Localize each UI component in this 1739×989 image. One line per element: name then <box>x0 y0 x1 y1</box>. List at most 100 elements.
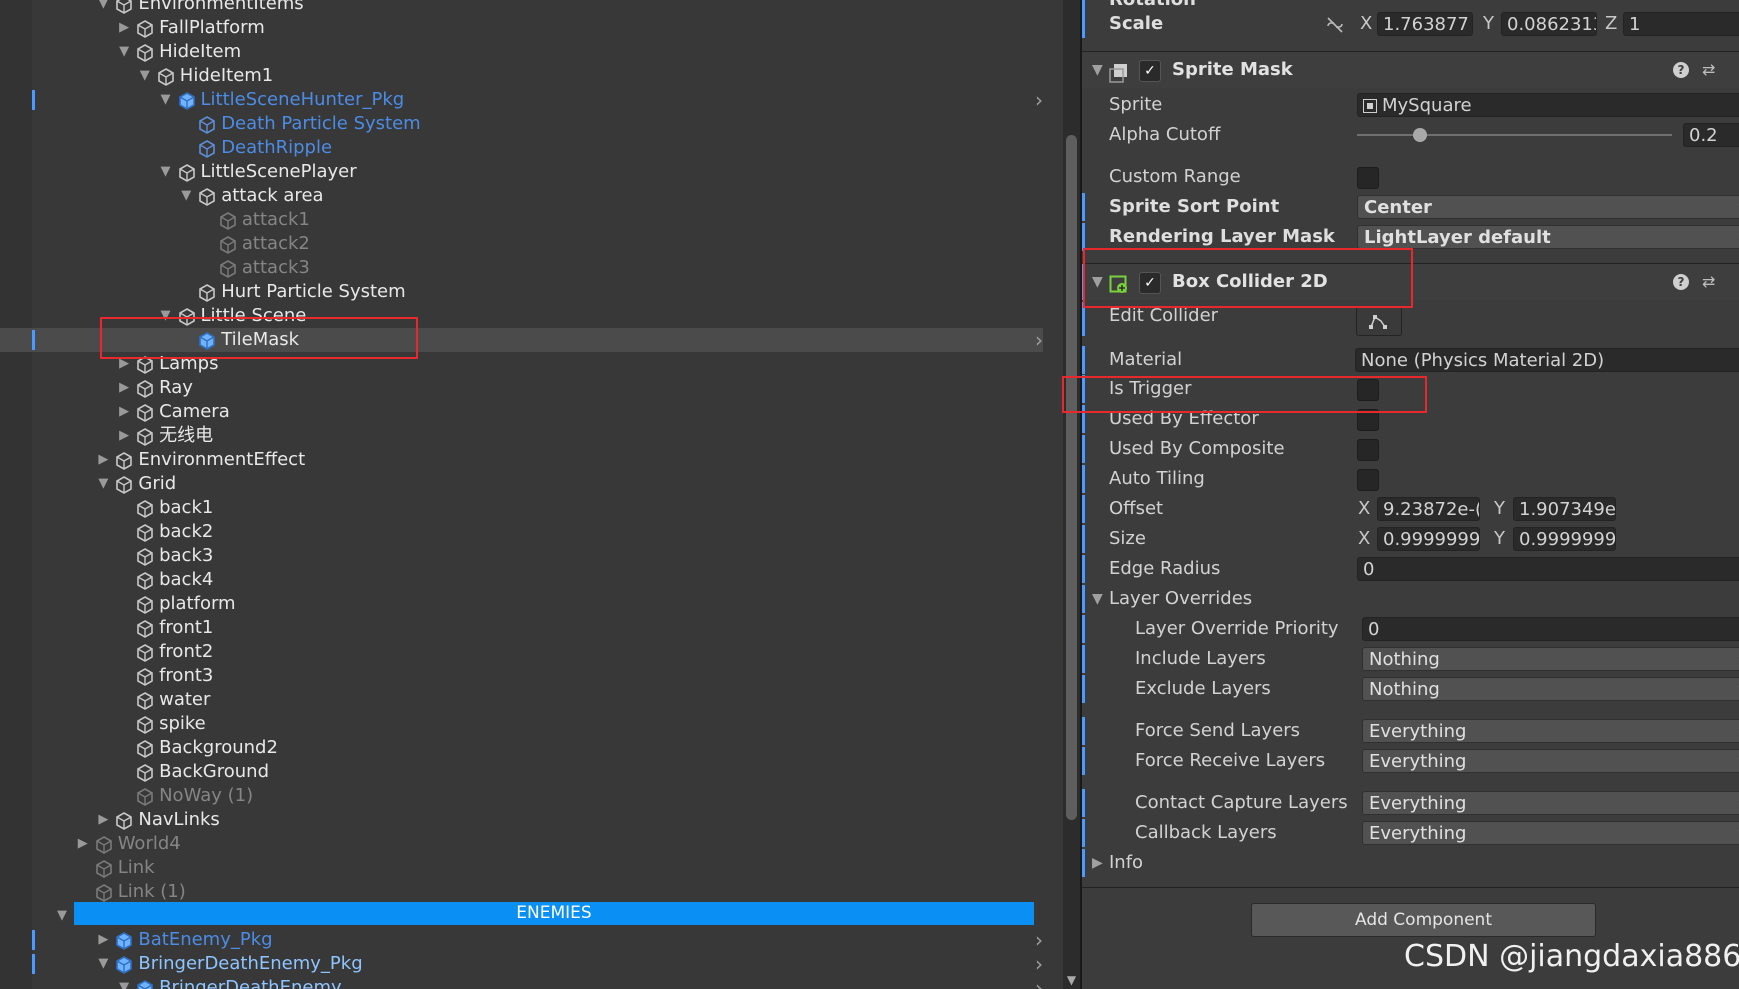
used-by-composite-checkbox[interactable] <box>1357 439 1379 461</box>
hierarchy-item[interactable]: attack3 <box>0 256 1043 280</box>
hierarchy-item[interactable]: ▼ HideItem <box>0 40 1043 64</box>
hierarchy-item[interactable]: ▶ 无线电 <box>0 424 1043 448</box>
hierarchy-item[interactable]: ▶ FallPlatform <box>0 16 1043 40</box>
scale-y-field[interactable]: 0.0862313 <box>1501 12 1597 36</box>
expand-arrow-icon[interactable]: ▶ <box>76 832 90 856</box>
hierarchy-item[interactable]: ▶ World4 <box>0 832 1043 856</box>
sprite-object-field[interactable]: MySquare <box>1357 93 1739 117</box>
size-x-field[interactable]: 0.9999999 <box>1377 527 1480 551</box>
alpha-cutoff-slider-handle[interactable] <box>1413 128 1427 142</box>
rendering-layer-mask-dropdown[interactable]: LightLayer default▼ <box>1357 225 1739 249</box>
expand-triangle-icon[interactable]: ▶ <box>1092 849 1103 877</box>
hierarchy-item[interactable]: attack1 <box>0 208 1043 232</box>
presets-icon[interactable]: ⇄ <box>1702 52 1715 88</box>
expand-arrow-icon[interactable]: ▶ <box>117 400 131 424</box>
offset-y-field[interactable]: 1.907349e- <box>1513 497 1616 521</box>
hierarchy-item[interactable]: front2 <box>0 640 1043 664</box>
hierarchy-item[interactable]: front3 <box>0 664 1043 688</box>
enemies-header-bar[interactable]: ENEMIES <box>74 902 1034 925</box>
collapse-arrow-icon[interactable]: ▼ <box>96 472 110 496</box>
alpha-cutoff-field[interactable]: 0.2 <box>1683 123 1739 147</box>
hierarchy-item[interactable]: platform <box>0 592 1043 616</box>
hierarchy-item[interactable]: ▶ BatEnemy_Pkg › <box>0 928 1043 952</box>
hierarchy-item[interactable]: water <box>0 688 1043 712</box>
exclude-layers-dropdown[interactable]: Nothing▼ <box>1362 677 1739 701</box>
open-prefab-chevron-icon[interactable]: › <box>1035 928 1043 952</box>
help-icon[interactable]: ? <box>1673 274 1689 290</box>
sprite-mask-enabled-checkbox[interactable]: ✓ <box>1139 60 1161 82</box>
callback-layers-dropdown[interactable]: Everything▼ <box>1362 821 1739 845</box>
hierarchy-item[interactable]: attack2 <box>0 232 1043 256</box>
hierarchy-item[interactable]: ▼ BringerDeathEnemy › <box>0 976 1043 989</box>
hierarchy-item[interactable]: back3 <box>0 544 1043 568</box>
open-prefab-chevron-icon[interactable]: › <box>1035 976 1043 989</box>
contact-capture-layers-dropdown[interactable]: Everything▼ <box>1362 791 1739 815</box>
edge-radius-field[interactable]: 0 <box>1357 557 1739 581</box>
collapse-triangle-icon[interactable]: ▼ <box>1092 52 1103 88</box>
open-prefab-chevron-icon[interactable]: › <box>1035 328 1043 352</box>
hierarchy-item[interactable]: Hurt Particle System <box>0 280 1043 304</box>
collapse-triangle-icon[interactable]: ▼ <box>1092 585 1103 613</box>
expand-arrow-icon[interactable]: ▶ <box>117 376 131 400</box>
layer-override-priority-field[interactable]: 0 <box>1362 617 1739 641</box>
collapse-arrow-icon[interactable]: ▼ <box>138 64 152 88</box>
scroll-down-arrow-icon[interactable]: ▼ <box>1063 973 1080 987</box>
scale-z-field[interactable]: 1 <box>1623 12 1739 36</box>
hierarchy-item[interactable]: Death Particle System <box>0 112 1043 136</box>
hierarchy-item[interactable]: ▼ HideItem1 <box>0 64 1043 88</box>
collapse-arrow-icon[interactable]: ▼ <box>117 976 131 989</box>
collapse-arrow-icon[interactable]: ▼ <box>179 184 193 208</box>
alpha-cutoff-slider-track[interactable] <box>1357 134 1672 136</box>
hierarchy-item[interactable]: ▼ attack area <box>0 184 1043 208</box>
collapse-arrow-icon[interactable]: ▼ <box>96 0 110 16</box>
info-row[interactable]: ▶ Info <box>1082 849 1739 877</box>
open-prefab-chevron-icon[interactable]: › <box>1035 88 1043 112</box>
edit-collider-button[interactable] <box>1356 306 1402 336</box>
presets-icon[interactable]: ⇄ <box>1702 264 1715 300</box>
expand-arrow-icon[interactable]: ▶ <box>117 16 131 40</box>
hierarchy-item[interactable]: ▼ EnvironmentItems <box>0 0 1043 16</box>
hierarchy-item[interactable]: ▼ LittleSceneHunter_Pkg › <box>0 88 1043 112</box>
hierarchy-item[interactable]: ▶ EnvironmentEffect <box>0 448 1043 472</box>
sprite-mask-header[interactable]: ▼ ✓ Sprite Mask ? ⇄ <box>1082 51 1739 88</box>
hierarchy-scrollbar[interactable]: ▼ <box>1063 0 1080 989</box>
constrain-proportions-icon[interactable] <box>1324 10 1346 45</box>
help-icon[interactable]: ? <box>1673 62 1689 78</box>
collapse-arrow-icon[interactable]: ▼ <box>96 952 110 976</box>
hierarchy-item[interactable]: front1 <box>0 616 1043 640</box>
expand-arrow-icon[interactable]: ▶ <box>117 424 131 448</box>
force-receive-layers-dropdown[interactable]: Everything▼ <box>1362 749 1739 773</box>
size-y-field[interactable]: 0.9999999 <box>1513 527 1616 551</box>
hierarchy-item[interactable]: DeathRipple <box>0 136 1043 160</box>
collapse-arrow-icon[interactable]: ▼ <box>117 40 131 64</box>
offset-x-field[interactable]: 9.23872e-( <box>1377 497 1480 521</box>
hierarchy-item[interactable]: spike <box>0 712 1043 736</box>
hierarchy-item[interactable]: back2 <box>0 520 1043 544</box>
sprite-sort-point-dropdown[interactable]: Center▼ <box>1357 195 1739 219</box>
add-component-button[interactable]: Add Component <box>1251 903 1596 937</box>
hierarchy-item[interactable]: NoWay (1) <box>0 784 1043 808</box>
scale-x-field[interactable]: 1.763877 <box>1377 12 1473 36</box>
hierarchy-item[interactable]: ▶ Ray <box>0 376 1043 400</box>
hierarchy-item[interactable]: ▶ NavLinks <box>0 808 1043 832</box>
hierarchy-item[interactable]: back1 <box>0 496 1043 520</box>
collapse-arrow-icon[interactable]: ▼ <box>159 160 173 184</box>
scrollbar-thumb[interactable] <box>1066 135 1077 820</box>
expand-arrow-icon[interactable]: ▶ <box>96 928 110 952</box>
hierarchy-item[interactable]: BackGround <box>0 760 1043 784</box>
force-send-layers-dropdown[interactable]: Everything▼ <box>1362 719 1739 743</box>
open-prefab-chevron-icon[interactable]: › <box>1035 952 1043 976</box>
hierarchy-item[interactable]: ▼ BringerDeathEnemy_Pkg › <box>0 952 1043 976</box>
hierarchy-item[interactable]: ▼ LittleScenePlayer <box>0 160 1043 184</box>
include-layers-dropdown[interactable]: Nothing▼ <box>1362 647 1739 671</box>
expand-arrow-icon[interactable]: ▶ <box>96 448 110 472</box>
collapse-arrow-icon[interactable]: ▼ <box>55 904 69 928</box>
expand-arrow-icon[interactable]: ▶ <box>96 808 110 832</box>
hierarchy-item[interactable]: ▼ Grid <box>0 472 1043 496</box>
collapse-arrow-icon[interactable]: ▼ <box>159 88 173 112</box>
auto-tiling-checkbox[interactable] <box>1357 469 1379 491</box>
hierarchy-item[interactable]: ▶ Camera <box>0 400 1043 424</box>
material-object-field[interactable]: None (Physics Material 2D) <box>1355 348 1739 372</box>
hierarchy-item[interactable]: Background2 <box>0 736 1043 760</box>
custom-range-checkbox[interactable] <box>1357 167 1379 189</box>
